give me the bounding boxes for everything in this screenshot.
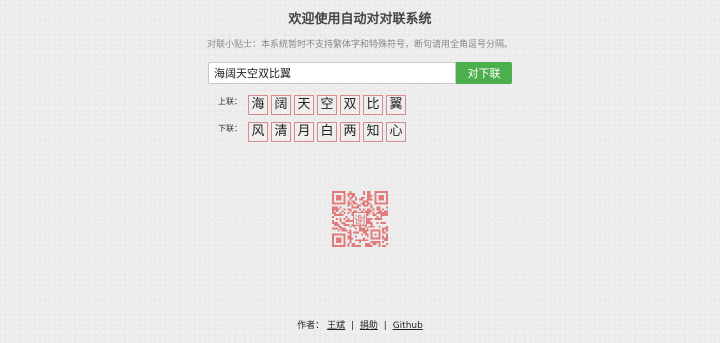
donate-link[interactable]: 捐助 bbox=[360, 321, 378, 331]
footer: 作者： 王斌 | 捐助 | Github bbox=[0, 320, 720, 332]
upper-line-label: 上联： bbox=[218, 97, 242, 106]
github-link[interactable]: Github bbox=[393, 321, 423, 331]
qr-center-glyph: 谢 bbox=[354, 213, 366, 227]
input-row: 对下联 bbox=[208, 62, 512, 84]
author-link[interactable]: 王斌 bbox=[327, 321, 345, 331]
qr-code-icon: 谢 bbox=[332, 191, 388, 247]
lower-char: 白 bbox=[317, 122, 337, 142]
lower-line-label: 下联： bbox=[218, 124, 242, 133]
footer-author-label: 作者： bbox=[297, 321, 325, 331]
lower-char: 风 bbox=[248, 122, 268, 142]
lower-char: 清 bbox=[271, 122, 291, 142]
tip-text: 对联小贴士：本系统暂时不支持繁体字和特殊符号，断句请用全角逗号分隔。 bbox=[206, 40, 513, 50]
lower-char: 两 bbox=[340, 122, 360, 142]
upper-chars: 海 阔 天 空 双 比 翼 bbox=[248, 95, 409, 115]
footer-separator: | bbox=[383, 321, 387, 331]
submit-button[interactable]: 对下联 bbox=[456, 62, 512, 84]
page-title: 欢迎使用自动对对联系统 bbox=[288, 12, 432, 27]
couplet-input[interactable] bbox=[208, 62, 456, 84]
upper-char: 空 bbox=[317, 95, 337, 115]
lower-chars: 风 清 月 白 两 知 心 bbox=[248, 122, 409, 142]
upper-char: 翼 bbox=[386, 95, 406, 115]
lower-char: 月 bbox=[294, 122, 314, 142]
lower-char: 心 bbox=[386, 122, 406, 142]
upper-char: 双 bbox=[340, 95, 360, 115]
footer-separator: | bbox=[350, 321, 354, 331]
upper-char: 海 bbox=[248, 95, 268, 115]
upper-char: 比 bbox=[363, 95, 383, 115]
upper-char: 天 bbox=[294, 95, 314, 115]
lower-char: 知 bbox=[363, 122, 383, 142]
upper-char: 阔 bbox=[271, 95, 291, 115]
